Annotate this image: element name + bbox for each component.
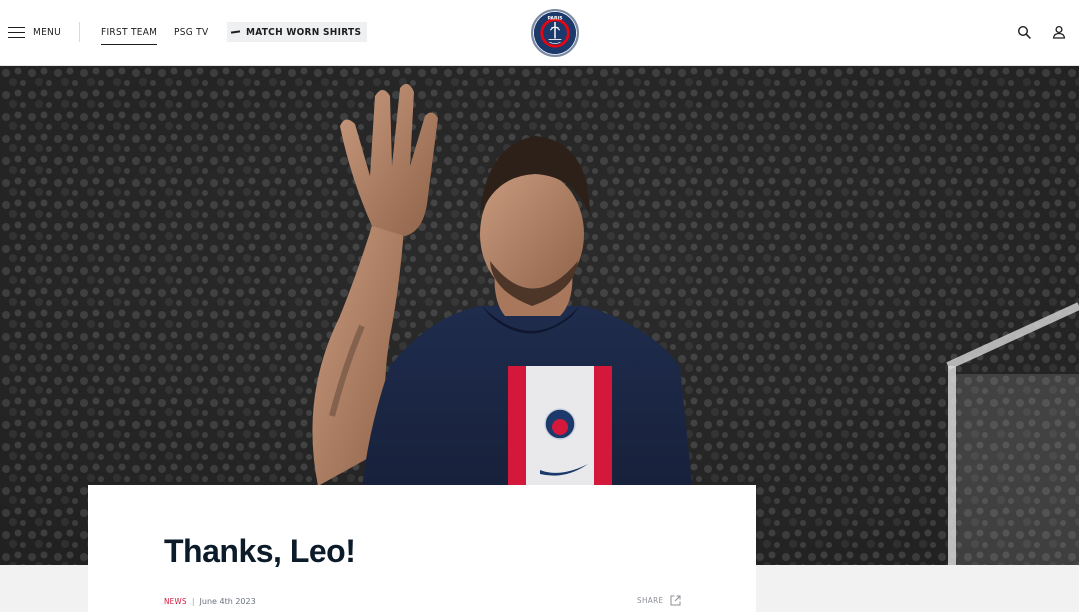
nav-match-worn-shirts[interactable]: MATCH WORN SHIRTS (227, 22, 368, 42)
nav-first-team[interactable]: FIRST TEAM (101, 22, 158, 45)
nav-psg-tv-label: PSG TV (174, 26, 209, 38)
nav-match-worn-shirts-label: MATCH WORN SHIRTS (246, 26, 362, 38)
logo-text: PARIS (547, 16, 562, 22)
share-label: SHARE (637, 596, 664, 605)
nav-divider (79, 22, 80, 42)
menu-label: MENU (33, 26, 61, 38)
share-button[interactable]: SHARE (637, 595, 681, 606)
search-icon[interactable] (1017, 25, 1031, 39)
article-meta: NEWS | June 4th 2023 (164, 597, 256, 606)
nav-first-team-label: FIRST TEAM (101, 26, 158, 38)
site-header: MENU FIRST TEAM PSG TV MATCH WORN SHIRTS… (0, 0, 1079, 66)
article-category[interactable]: NEWS (164, 597, 187, 606)
external-link-icon (670, 595, 681, 606)
menu-button[interactable]: MENU (8, 22, 61, 42)
user-icon[interactable] (1052, 25, 1066, 39)
active-underline (101, 43, 158, 45)
meta-separator: | (191, 597, 195, 606)
article-date: June 4th 2023 (199, 597, 256, 606)
hamburger-icon (8, 26, 25, 39)
psg-crest-icon: PARIS (533, 11, 577, 55)
nav-psg-tv[interactable]: PSG TV (174, 22, 208, 42)
article-card: Thanks, Leo! NEWS | June 4th 2023 SHARE (88, 485, 756, 612)
dash-icon (230, 30, 241, 34)
article-title: Thanks, Leo! (164, 533, 356, 569)
psg-logo[interactable]: PARIS (531, 9, 579, 57)
